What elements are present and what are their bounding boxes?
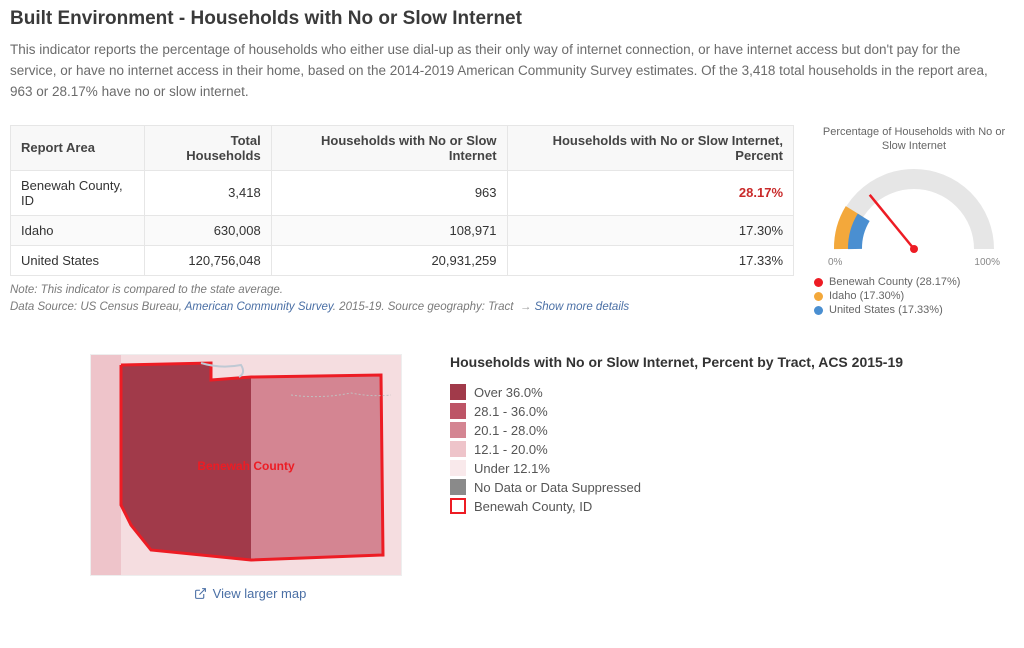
map-legend: Households with No or Slow Internet, Per… xyxy=(450,354,934,603)
swatch-icon xyxy=(450,384,466,400)
gauge-title: Percentage of Households with No or Slow… xyxy=(814,125,1014,154)
indicator-description: This indicator reports the percentage of… xyxy=(10,40,990,103)
map-link-text: View larger map xyxy=(213,586,307,601)
swatch-icon xyxy=(450,403,466,419)
cell-area: Idaho xyxy=(11,215,145,245)
col-area: Report Area xyxy=(11,125,145,170)
legend-label: 20.1 - 28.0% xyxy=(474,423,548,438)
table-row: United States 120,756,048 20,931,259 17.… xyxy=(11,245,794,275)
cell-pct: 17.30% xyxy=(507,215,793,245)
cell-total: 630,008 xyxy=(145,215,271,245)
swatch-icon xyxy=(450,460,466,476)
gauge-legend-label: Idaho (17.30%) xyxy=(829,290,904,302)
view-larger-map-link[interactable]: View larger map xyxy=(194,586,307,601)
show-more-link[interactable]: Show more details xyxy=(535,301,630,313)
gauge-tick-100: 100% xyxy=(974,257,1000,268)
col-total: Total Households xyxy=(145,125,271,170)
legend-label: Over 36.0% xyxy=(474,385,543,400)
gauge-legend-label: United States (17.33%) xyxy=(829,304,943,316)
gauge-legend-label: Benewah County (28.17%) xyxy=(829,276,960,288)
cell-area: United States xyxy=(11,245,145,275)
swatch-icon xyxy=(450,441,466,457)
note-suffix: . 2015-19. Source geography: Tract xyxy=(333,301,514,313)
col-pct: Households with No or Slow Internet, Per… xyxy=(507,125,793,170)
note-line1: Note: This indicator is compared to the … xyxy=(10,282,794,299)
swatch-icon xyxy=(450,479,466,495)
swatch-icon xyxy=(450,422,466,438)
cell-pct: 17.33% xyxy=(507,245,793,275)
outline-swatch-icon xyxy=(450,498,466,514)
cell-area: Benewah County, ID xyxy=(11,170,145,215)
cell-total: 3,418 xyxy=(145,170,271,215)
source-link[interactable]: American Community Survey xyxy=(185,301,333,313)
legend-label: No Data or Data Suppressed xyxy=(474,480,641,495)
external-link-icon xyxy=(194,587,207,600)
cell-nos: 963 xyxy=(271,170,507,215)
cell-nos: 108,971 xyxy=(271,215,507,245)
dot-icon xyxy=(814,292,823,301)
cell-nos: 20,931,259 xyxy=(271,245,507,275)
gauge-tick-0: 0% xyxy=(828,257,842,268)
gauge-chart: Percentage of Households with No or Slow… xyxy=(814,125,1014,319)
map-county-label: Benewah County xyxy=(197,459,295,473)
gauge-svg xyxy=(824,159,1004,259)
col-nos: Households with No or Slow Internet xyxy=(271,125,507,170)
cell-total: 120,756,048 xyxy=(145,245,271,275)
legend-label: Benewah County, ID xyxy=(474,499,592,514)
arrow-icon: → xyxy=(520,301,532,313)
gauge-legend: Benewah County (28.17%) Idaho (17.30%) U… xyxy=(814,276,1014,316)
legend-label: 28.1 - 36.0% xyxy=(474,404,548,419)
data-table: Report Area Total Households Households … xyxy=(10,125,794,276)
cell-pct: 28.17% xyxy=(507,170,793,215)
note-prefix: Data Source: US Census Bureau, xyxy=(10,301,185,313)
map-legend-title: Households with No or Slow Internet, Per… xyxy=(450,354,934,370)
dot-icon xyxy=(814,306,823,315)
dot-icon xyxy=(814,278,823,287)
table-row: Idaho 630,008 108,971 17.30% xyxy=(11,215,794,245)
legend-label: 12.1 - 20.0% xyxy=(474,442,548,457)
table-row: Benewah County, ID 3,418 963 28.17% xyxy=(11,170,794,215)
page-title: Built Environment - Households with No o… xyxy=(10,8,1014,30)
legend-label: Under 12.1% xyxy=(474,461,550,476)
table-note: Note: This indicator is compared to the … xyxy=(10,282,794,317)
tract-map[interactable]: Benewah County xyxy=(90,354,402,576)
